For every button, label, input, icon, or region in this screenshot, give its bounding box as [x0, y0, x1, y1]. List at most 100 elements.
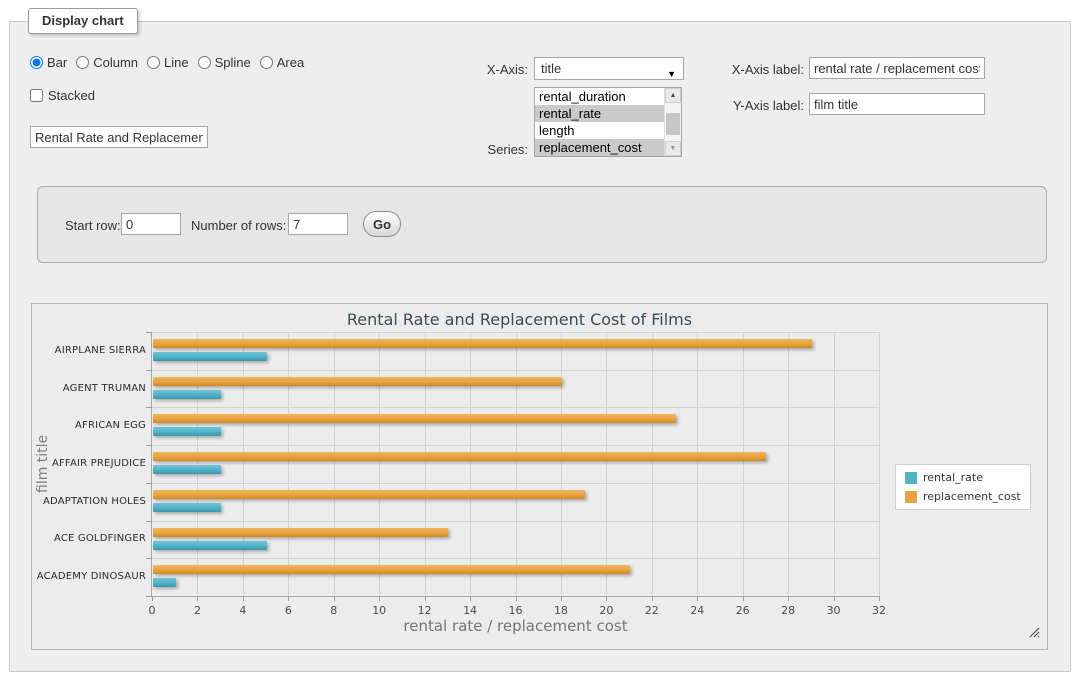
x-tick-label: 28	[773, 604, 803, 617]
x-tick-label: 22	[637, 604, 667, 617]
series-listbox[interactable]: rental_durationrental_ratelengthreplacem…	[534, 87, 682, 157]
start-row-label: Start row:	[65, 218, 121, 233]
legend-item[interactable]: replacement_cost	[905, 490, 1021, 503]
x-gridline	[516, 332, 517, 596]
legend-swatch-icon	[905, 472, 917, 484]
y-gridline	[152, 407, 879, 408]
x-tick-label: 30	[819, 604, 849, 617]
rental_rate-bar[interactable]	[153, 503, 221, 512]
y-tick-mark	[146, 407, 152, 408]
replacement_cost-bar[interactable]	[153, 528, 448, 537]
y-tick-mark	[146, 483, 152, 484]
x-gridline	[788, 332, 789, 596]
category-label: ACADEMY DINOSAUR	[36, 571, 146, 582]
series-options: rental_durationrental_ratelengthreplacem…	[535, 88, 664, 156]
rental_rate-bar[interactable]	[153, 390, 221, 399]
x-axis-select[interactable]: title ▼	[534, 57, 684, 80]
spline-radio[interactable]	[198, 56, 211, 69]
stacked-label: Stacked	[48, 88, 95, 103]
x-gridline	[879, 332, 880, 596]
chart-title: Rental Rate and Replacement Cost of Film…	[32, 310, 1007, 329]
resize-handle-icon[interactable]	[1029, 627, 1040, 638]
x-axis-label-input[interactable]	[809, 57, 985, 79]
y-gridline	[152, 332, 879, 333]
chart-type-option-column[interactable]: Column	[76, 55, 138, 70]
area-radio[interactable]	[260, 56, 273, 69]
y-axis-label-input[interactable]	[809, 93, 985, 115]
x-tick-mark	[834, 597, 835, 601]
series-option[interactable]: replacement_cost	[535, 139, 664, 156]
y-gridline	[152, 483, 879, 484]
x-tick-mark	[470, 597, 471, 601]
series-option[interactable]: rental_rate	[535, 105, 664, 122]
column-radio[interactable]	[76, 56, 89, 69]
rental_rate-bar[interactable]	[153, 465, 221, 474]
replacement_cost-bar[interactable]	[153, 414, 676, 423]
x-axis-label-field-label: X-Axis label:	[720, 62, 804, 77]
x-gridline	[606, 332, 607, 596]
number-of-rows-input[interactable]	[288, 213, 348, 235]
go-button[interactable]: Go	[363, 211, 401, 237]
y-tick-mark	[146, 332, 152, 333]
start-row-input[interactable]	[121, 213, 181, 235]
x-gridline	[243, 332, 244, 596]
chart-type-option-line[interactable]: Line	[147, 55, 189, 70]
replacement_cost-bar[interactable]	[153, 377, 562, 386]
scroll-up-button[interactable]: ▲	[665, 88, 681, 103]
category-label: AGENT TRUMAN	[36, 383, 146, 394]
y-tick-mark	[146, 445, 152, 446]
replacement_cost-bar[interactable]	[153, 490, 585, 499]
scrollbar-thumb[interactable]	[666, 113, 680, 135]
category-label: AIRPLANE SIERRA	[36, 345, 146, 356]
x-gridline	[834, 332, 835, 596]
series-listbox-label: Series:	[468, 142, 528, 157]
x-tick-label: 6	[273, 604, 303, 617]
x-axis-select-label: X-Axis:	[468, 62, 528, 77]
legend-swatch-icon	[905, 491, 917, 503]
rental_rate-bar[interactable]	[153, 578, 176, 587]
x-gridline	[379, 332, 380, 596]
x-gridline	[743, 332, 744, 596]
scroll-down-button[interactable]: ▼	[665, 141, 681, 156]
x-axis-selected-value: title	[541, 61, 561, 76]
chart-type-radio-group: Bar Column Line Spline Area	[30, 55, 304, 70]
y-gridline	[152, 370, 879, 371]
rental_rate-bar[interactable]	[153, 541, 267, 550]
chart-legend: rental_rate replacement_cost	[895, 464, 1031, 510]
replacement_cost-bar[interactable]	[153, 565, 630, 574]
rows-panel: Start row: Number of rows: Go	[37, 186, 1047, 263]
category-label: AFRICAN EGG	[36, 420, 146, 431]
x-gridline	[697, 332, 698, 596]
chart-type-option-bar[interactable]: Bar	[30, 55, 67, 70]
rental_rate-bar[interactable]	[153, 352, 267, 361]
category-label: AFFAIR PREJUDICE	[36, 458, 146, 469]
x-gridline	[470, 332, 471, 596]
y-gridline	[152, 521, 879, 522]
x-tick-mark	[379, 597, 380, 601]
x-tick-mark	[606, 597, 607, 601]
chart-type-option-area[interactable]: Area	[260, 55, 304, 70]
chart-title-input[interactable]	[30, 126, 208, 148]
series-option[interactable]: rental_duration	[535, 88, 664, 105]
replacement_cost-bar[interactable]	[153, 339, 812, 348]
listbox-scrollbar[interactable]: ▲ ▼	[664, 88, 681, 156]
series-option[interactable]: length	[535, 122, 664, 139]
x-gridline	[288, 332, 289, 596]
x-tick-label: 2	[182, 604, 212, 617]
x-tick-mark	[243, 597, 244, 601]
x-tick-mark	[879, 597, 880, 601]
x-tick-mark	[197, 597, 198, 601]
area-radio-label: Area	[277, 55, 304, 70]
bar-radio[interactable]	[30, 56, 43, 69]
x-tick-label: 4	[228, 604, 258, 617]
x-tick-label: 14	[455, 604, 485, 617]
category-label: ACE GOLDFINGER	[36, 533, 146, 544]
line-radio[interactable]	[147, 56, 160, 69]
stacked-option[interactable]: Stacked	[30, 88, 95, 103]
chart-type-option-spline[interactable]: Spline	[198, 55, 251, 70]
replacement_cost-bar[interactable]	[153, 452, 766, 461]
legend-item[interactable]: rental_rate	[905, 471, 1021, 484]
stacked-checkbox[interactable]	[30, 89, 43, 102]
rental_rate-bar[interactable]	[153, 427, 221, 436]
x-tick-mark	[652, 597, 653, 601]
